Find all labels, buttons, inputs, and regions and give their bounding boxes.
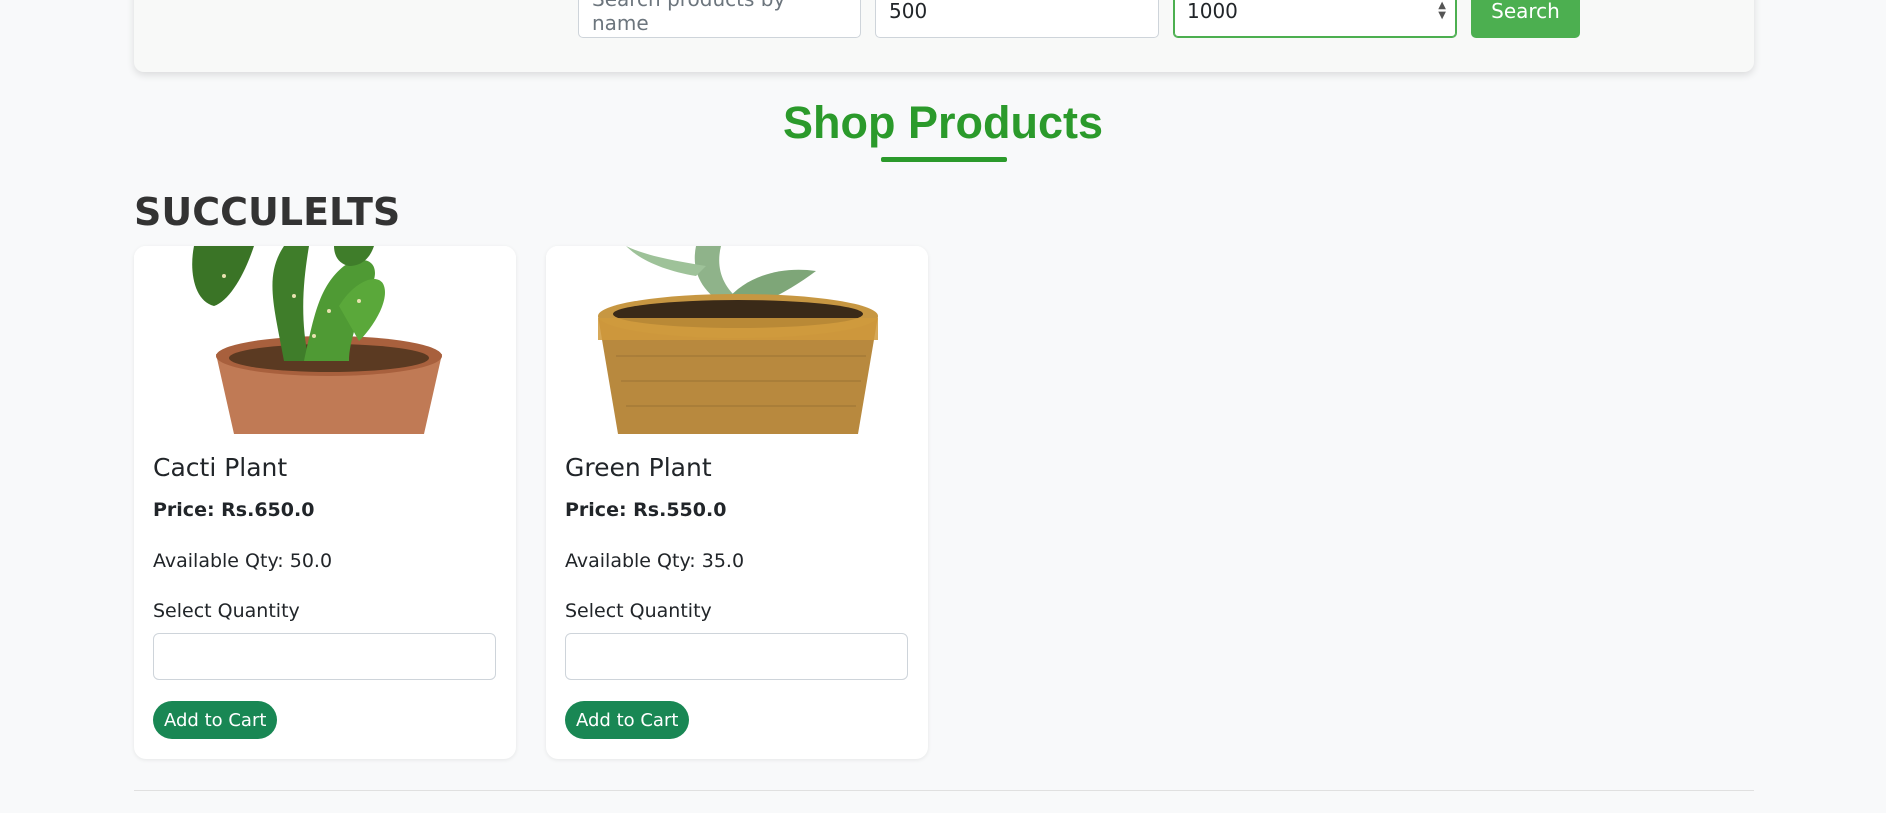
spinner-up-icon[interactable]: ▲ xyxy=(1438,0,1446,11)
product-name-placeholder: Search products by name xyxy=(592,0,785,35)
product-card-body: Green Plant Price: Rs.550.0 Available Qt… xyxy=(565,452,909,739)
min-price-input[interactable]: 500 xyxy=(875,0,1159,38)
search-row: Search products by name 500 1000 ▲ ▼ Sea… xyxy=(578,0,1580,38)
product-image-green-plant xyxy=(546,246,928,434)
product-available-qty: Available Qty: 50.0 xyxy=(153,550,333,572)
product-available-qty: Available Qty: 35.0 xyxy=(565,550,745,572)
max-price-value: 1000 xyxy=(1187,0,1238,23)
section-divider xyxy=(134,790,1754,791)
spinner-down-icon[interactable]: ▼ xyxy=(1438,10,1446,21)
add-to-cart-button[interactable]: Add to Cart xyxy=(565,701,690,739)
product-image-cacti xyxy=(134,246,516,434)
category-title: SUCCULELTS xyxy=(134,190,401,234)
page: Search products by name 500 1000 ▲ ▼ Sea… xyxy=(0,0,1886,813)
quantity-input[interactable] xyxy=(153,633,496,680)
select-quantity-label: Select Quantity xyxy=(153,600,300,622)
page-title: Shop Products xyxy=(782,97,1103,148)
product-card: Cacti Plant Price: Rs.650.0 Available Qt… xyxy=(134,246,516,759)
max-price-input[interactable]: 1000 ▲ ▼ xyxy=(1173,0,1457,38)
product-price: Price: Rs.550.0 xyxy=(565,499,727,521)
product-card-body: Cacti Plant Price: Rs.650.0 Available Qt… xyxy=(153,452,497,739)
search-button[interactable]: Search xyxy=(1471,0,1580,38)
min-price-value: 500 xyxy=(889,0,928,23)
select-quantity-label: Select Quantity xyxy=(565,600,712,622)
search-panel: Search products by name 500 1000 ▲ ▼ Sea… xyxy=(134,0,1754,72)
add-to-cart-button[interactable]: Add to Cart xyxy=(153,701,278,739)
product-price: Price: Rs.650.0 xyxy=(153,499,315,521)
product-name: Green Plant xyxy=(565,453,712,482)
product-name: Cacti Plant xyxy=(153,453,288,482)
title-underline xyxy=(881,157,1007,162)
number-spinner[interactable]: ▲ ▼ xyxy=(1438,0,1446,21)
product-name-search-input[interactable]: Search products by name xyxy=(578,0,861,38)
product-card: Green Plant Price: Rs.550.0 Available Qt… xyxy=(546,246,928,759)
quantity-input[interactable] xyxy=(565,633,908,680)
